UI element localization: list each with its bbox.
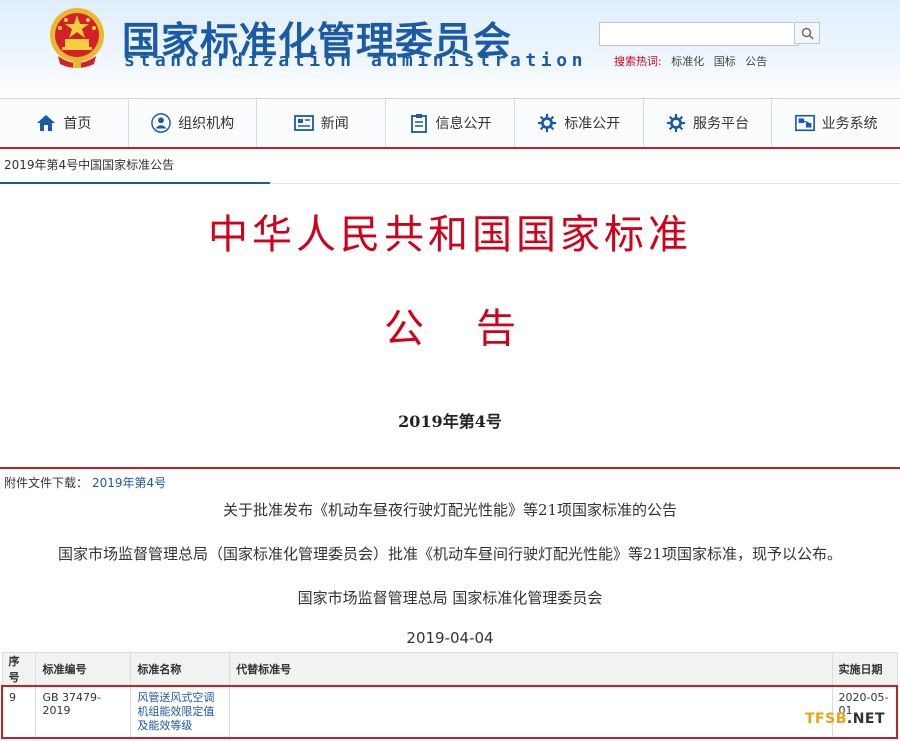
gear-icon [537,113,557,133]
home-icon [36,113,56,133]
table-header-row: 序号 标准编号 标准名称 代替标准号 实施日期 [1,652,898,687]
nav-item-organization[interactable]: 组织机构 [129,99,258,147]
cell-replace [229,685,833,739]
divider [270,183,900,184]
hot-search: 搜索热词: 标准化 国标 公告 [614,53,767,69]
nav-label: 服务平台 [692,116,749,132]
notice-number: 2019年第4号 [398,412,502,431]
hot-keyword[interactable]: 公告 [745,55,767,68]
breadcrumb-underline [0,182,270,184]
table-row[interactable]: 9 GB 37479-2019 风管送风式空调机组能效限定值及能效等级 2020… [1,685,898,739]
attachment-label: 附件文件下载： [4,476,89,490]
cell-standard-name-link[interactable]: 风管送风式空调机组能效限定值及能效等级 [130,685,231,739]
standards-table: 序号 标准编号 标准名称 代替标准号 实施日期 9 GB 37479-2019 … [1,652,898,739]
nav-item-standards-public[interactable]: 标准公开 [515,99,644,147]
watermark-part: .NET [846,711,886,727]
attachment-link[interactable]: 2019年第4号 [92,476,166,490]
news-icon [293,113,314,133]
national-emblem-icon[interactable] [48,6,106,70]
site-header: 国家标准化管理委员会 standardization administratio… [0,0,900,98]
divider [0,467,900,469]
notice-title: 中华人民共和国国家标准 [208,212,692,258]
nav-label: 信息公开 [435,116,492,132]
hot-keyword[interactable]: 国标 [714,55,736,68]
nav-label: 组织机构 [178,116,235,132]
gear-icon [666,113,686,133]
search-button[interactable] [794,22,820,44]
watermark-part: TFSB [805,711,847,727]
site-subtitle: standardization administration [124,50,588,71]
nav-label: 业务系统 [821,116,878,132]
notice-issuer: 国家市场监督管理总局 国家标准化管理委员会 [297,589,603,607]
search-input[interactable] [599,22,799,46]
person-icon [151,113,171,133]
system-icon [794,113,815,133]
clipboard-icon [409,113,429,133]
nav-item-business-system[interactable]: 业务系统 [772,99,900,147]
nav-label: 标准公开 [564,116,621,132]
nav-item-news[interactable]: 新闻 [257,99,387,147]
nav-item-info-public[interactable]: 信息公开 [386,99,515,147]
hot-search-label: 搜索热词: [614,55,662,68]
hot-keyword[interactable]: 标准化 [671,55,704,68]
notice-subtitle: 公告 [384,306,568,352]
notice-body: 国家市场监督管理总局（国家标准化管理委员会）批准《机动车昼间行驶灯配光性能》等2… [57,545,843,563]
nav-label: 首页 [63,116,92,132]
column-header: 代替标准号 [229,652,833,687]
nav-item-home[interactable]: 首页 [0,99,129,147]
breadcrumb: 2019年第4号中国国家标准公告 [4,158,175,172]
cell-code: GB 37479-2019 [35,685,132,739]
column-header: 标准名称 [130,652,231,687]
nav-label: 新闻 [320,116,349,132]
cell-no: 9 [1,685,37,739]
nav-item-service-platform[interactable]: 服务平台 [644,99,773,147]
search-icon [801,27,814,40]
main-nav: 首页 组织机构 新闻 信息公开 标准公开 服务平台 业务系统 [0,98,900,149]
column-header: 序号 [1,652,37,687]
column-header: 实施日期 [831,652,898,687]
notice-heading: 关于批准发布《机动车昼夜行驶灯配光性能》等21项国家标准的公告 [222,501,678,519]
watermark: TFSB.NET [805,711,885,727]
column-header: 标准编号 [35,652,132,687]
notice-date: 2019-04-04 [406,629,494,647]
attachment-row: 附件文件下载： 2019年第4号 [4,474,166,491]
